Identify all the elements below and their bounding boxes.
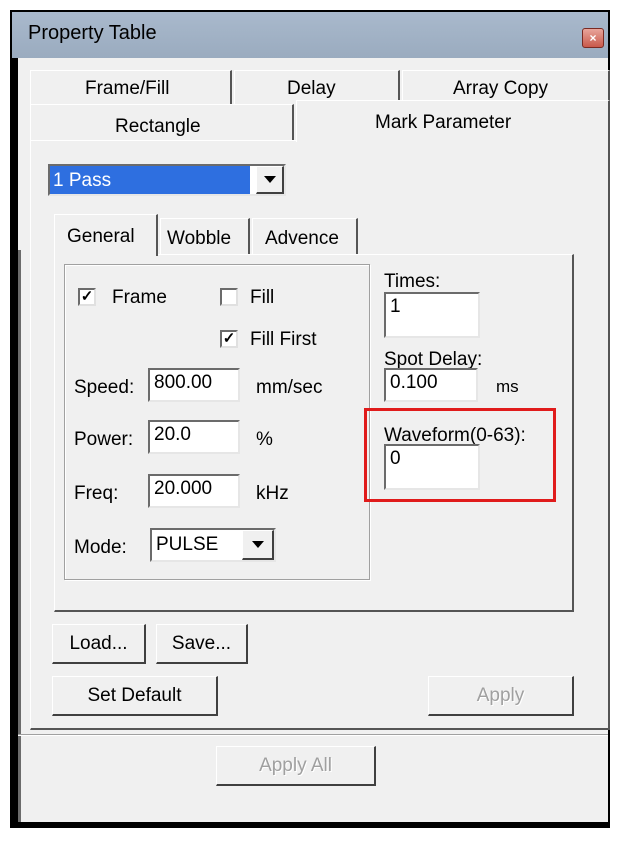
load-button-label: Load...	[69, 632, 128, 654]
separator	[18, 734, 608, 736]
frame-label: Frame	[112, 287, 167, 308]
freq-unit: kHz	[256, 483, 289, 504]
tab-wobble[interactable]: Wobble	[160, 218, 250, 254]
save-button-label: Save...	[171, 632, 232, 654]
tab-label: Array Copy	[453, 78, 549, 99]
mode-select-value: PULSE	[156, 534, 219, 555]
pass-select-dropdown-button[interactable]	[256, 166, 284, 194]
set-default-button-label: Set Default	[87, 684, 182, 706]
waveform-highlight-box	[364, 408, 556, 502]
tab-label: Wobble	[167, 228, 232, 249]
tab-delay[interactable]: Delay	[234, 70, 400, 104]
times-input[interactable]: 1	[384, 292, 480, 338]
freq-input[interactable]: 20.000	[148, 474, 240, 508]
check-icon: ✓	[80, 288, 94, 305]
spot-delay-input[interactable]: 0.100	[384, 368, 478, 402]
frame-checkbox[interactable]: ✓	[78, 288, 96, 306]
tab-label: Delay	[287, 78, 336, 99]
fill-checkbox[interactable]	[220, 288, 238, 306]
mode-label: Mode:	[74, 537, 127, 558]
save-button[interactable]: Save...	[156, 624, 248, 664]
set-default-button[interactable]: Set Default	[52, 676, 218, 716]
chevron-down-icon	[251, 541, 264, 548]
tab-label: Mark Parameter	[375, 112, 512, 133]
tab-general[interactable]: General	[54, 214, 158, 256]
chevron-down-icon	[263, 176, 276, 183]
tab-array-copy[interactable]: Array Copy	[402, 70, 610, 104]
tab-rectangle[interactable]: Rectangle	[30, 104, 294, 140]
apply-button[interactable]: Apply	[428, 676, 574, 716]
speed-unit: mm/sec	[256, 377, 323, 398]
tab-frame-fill[interactable]: Frame/Fill	[30, 70, 232, 104]
tab-label: Frame/Fill	[85, 78, 170, 99]
tab-mark-parameter[interactable]: Mark Parameter	[296, 100, 610, 142]
power-unit: %	[256, 429, 273, 450]
pass-select-value: 1 Pass	[50, 166, 250, 194]
close-icon: ×	[589, 31, 597, 45]
tab-advence[interactable]: Advence	[252, 218, 358, 254]
fill-first-label: Fill First	[250, 329, 317, 350]
check-icon: ✓	[222, 330, 236, 347]
power-label: Power:	[74, 429, 134, 450]
apply-all-button[interactable]: Apply All	[216, 746, 376, 786]
speed-label: Speed:	[74, 377, 135, 398]
left-divider	[18, 250, 21, 822]
window-title: Property Table	[28, 22, 157, 44]
tab-label: General	[67, 226, 135, 247]
fill-first-checkbox[interactable]: ✓	[220, 330, 238, 348]
apply-button-label: Apply	[476, 684, 525, 706]
close-button[interactable]: ×	[582, 28, 604, 48]
spot-delay-unit: ms	[496, 377, 519, 396]
mode-dropdown-button[interactable]	[242, 530, 274, 560]
speed-input[interactable]: 800.00	[148, 368, 240, 402]
tab-label: Rectangle	[115, 116, 201, 137]
load-button[interactable]: Load...	[52, 624, 146, 664]
spot-delay-label: Spot Delay:	[384, 349, 483, 370]
fill-label: Fill	[250, 287, 275, 308]
power-input[interactable]: 20.0	[148, 420, 240, 454]
apply-all-button-label: Apply All	[259, 754, 332, 776]
times-label: Times:	[384, 271, 441, 292]
freq-label: Freq:	[74, 483, 119, 504]
tab-label: Advence	[265, 228, 339, 249]
